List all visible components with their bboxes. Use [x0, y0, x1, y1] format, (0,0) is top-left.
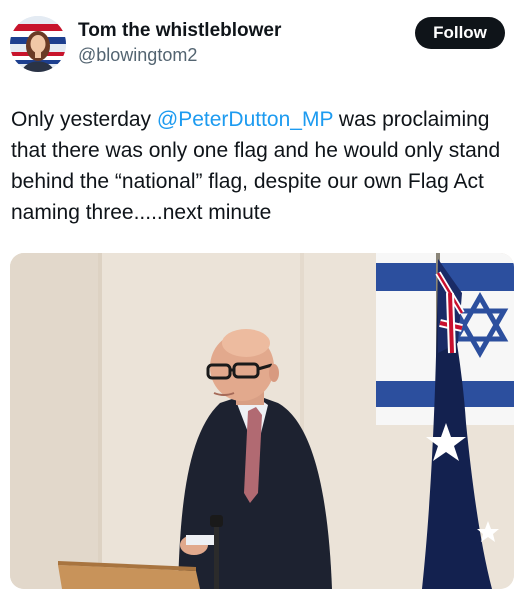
tweet-text: Only yesterday @PeterDutton_MP was procl…	[11, 104, 516, 228]
follow-button[interactable]: Follow	[415, 17, 505, 49]
author-handle[interactable]: @blowingtom2	[78, 45, 197, 66]
tweet-text-part: Only yesterday	[11, 108, 157, 131]
mention-link[interactable]: @PeterDutton_MP	[157, 108, 333, 131]
tweet-card: Tom the whistleblower @blowingtom2 Follo…	[0, 0, 526, 595]
avatar-image	[10, 16, 66, 72]
author-display-name[interactable]: Tom the whistleblower	[78, 20, 281, 42]
photo-content	[10, 253, 514, 589]
tweet-media-photo[interactable]	[10, 253, 514, 589]
author-avatar[interactable]	[10, 16, 66, 72]
